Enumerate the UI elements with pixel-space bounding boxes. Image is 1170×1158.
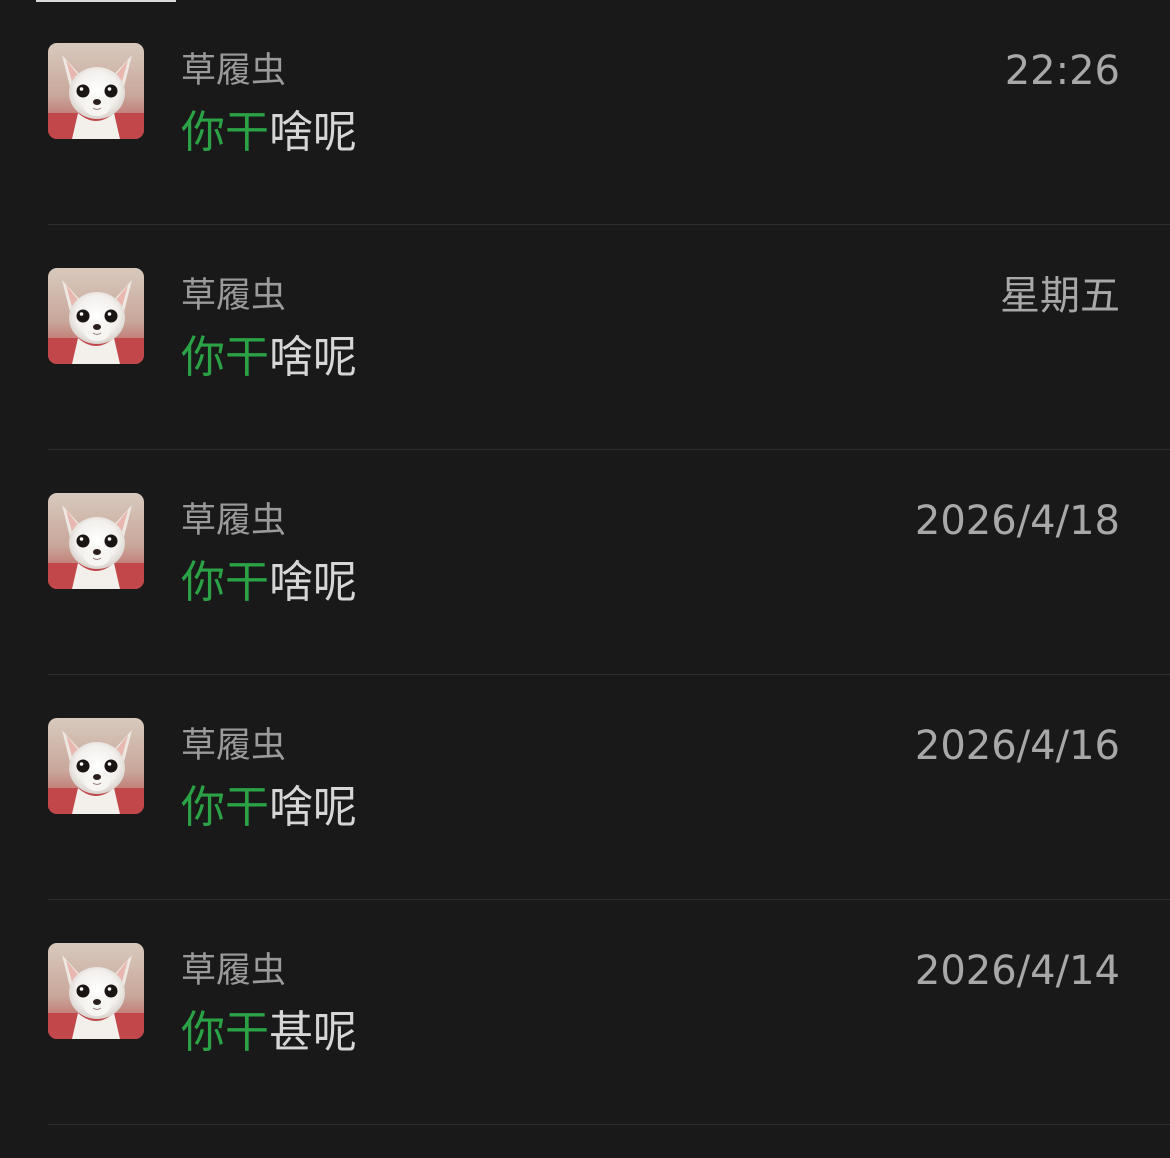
message-preview: 你干啥呢 (181, 106, 357, 160)
message-preview: 你干啥呢 (181, 331, 357, 385)
sender-name: 草履虫 (181, 276, 287, 316)
chihuahua-avatar-icon[interactable] (48, 493, 144, 589)
message-preview: 你干甚呢 (181, 1006, 357, 1060)
chihuahua-avatar-icon[interactable] (48, 943, 144, 1039)
message-preview: 你干啥呢 (181, 556, 357, 610)
message-text: 啥呢 (269, 782, 357, 833)
chihuahua-avatar-icon[interactable] (48, 43, 144, 139)
sender-name: 草履虫 (181, 501, 287, 541)
keyword-highlight: 你干 (181, 107, 269, 158)
list-item[interactable]: 草履虫 2026/4/16 你干啥呢 (0, 675, 1170, 900)
message-time: 2026/4/14 (914, 948, 1120, 994)
message-time: 星期五 (1000, 273, 1120, 319)
divider (48, 1124, 1170, 1125)
list-item[interactable]: 草履虫 2026/4/14 你干甚呢 (0, 900, 1170, 1125)
list-item[interactable]: 草履虫 22:26 你干啥呢 (0, 0, 1170, 225)
message-preview: 你干啥呢 (181, 781, 357, 835)
message-time: 2026/4/16 (914, 723, 1120, 769)
keyword-highlight: 你干 (181, 557, 269, 608)
chihuahua-avatar-icon[interactable] (48, 268, 144, 364)
keyword-highlight: 你干 (181, 332, 269, 383)
list-item[interactable]: 草履虫 2026/4/18 你干啥呢 (0, 450, 1170, 675)
message-text: 啥呢 (269, 107, 357, 158)
list-item[interactable]: 草履虫 星期五 你干啥呢 (0, 225, 1170, 450)
keyword-highlight: 你干 (181, 782, 269, 833)
message-text: 甚呢 (269, 1007, 357, 1058)
keyword-highlight: 你干 (181, 1007, 269, 1058)
message-time: 22:26 (1004, 48, 1120, 94)
sender-name: 草履虫 (181, 951, 287, 991)
message-time: 2026/4/18 (914, 498, 1120, 544)
sender-name: 草履虫 (181, 51, 287, 91)
chihuahua-avatar-icon[interactable] (48, 718, 144, 814)
message-text: 啥呢 (269, 332, 357, 383)
sender-name: 草履虫 (181, 726, 287, 766)
message-text: 啥呢 (269, 557, 357, 608)
message-search-results: 草履虫 22:26 你干啥呢 草履虫 星期五 你干啥呢 草履虫 2026/4/1… (0, 0, 1170, 1125)
